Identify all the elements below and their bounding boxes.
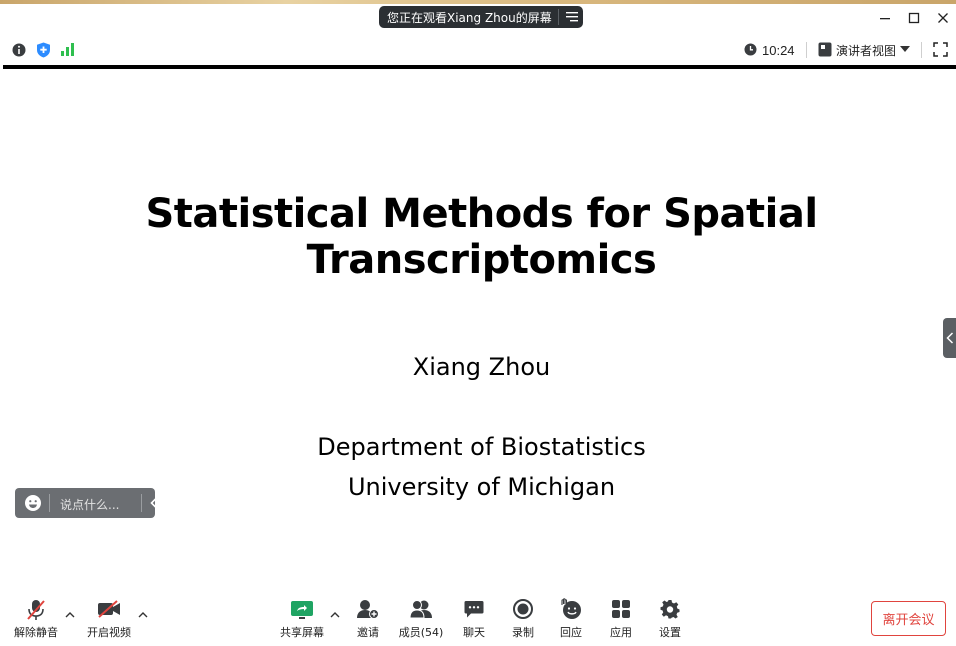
start-video-button[interactable]: 开启视频 (82, 589, 136, 646)
banner-divider (558, 9, 559, 25)
apps-label: 应用 (610, 626, 632, 639)
gear-icon (660, 600, 680, 619)
share-screen-button[interactable]: 共享屏幕 (276, 589, 328, 646)
reactions-button[interactable]: 回应 (553, 589, 589, 646)
fullscreen-icon[interactable] (933, 42, 948, 57)
meeting-toolbar: 解除静音 开启视频 共享屏幕 邀请 成员(54) 聊天 录制 回应 应用 设置 (0, 589, 956, 646)
emoji-icon[interactable] (24, 494, 42, 512)
share-screen-icon (291, 601, 313, 619)
unmute-label: 解除静音 (14, 626, 58, 639)
add-person-icon (357, 600, 379, 619)
speaker-view-icon[interactable] (818, 42, 832, 57)
record-button[interactable]: 录制 (505, 589, 541, 646)
share-options-chevron-icon[interactable] (330, 611, 340, 619)
settings-label: 设置 (659, 626, 681, 639)
shield-icon[interactable] (36, 42, 51, 58)
slide-author: Xiang Zhou (412, 353, 551, 381)
infobar-divider-2 (921, 42, 922, 58)
window-top-edge (0, 0, 956, 4)
video-options-chevron-icon[interactable] (138, 611, 148, 619)
chevron-down-icon[interactable] (900, 46, 910, 52)
chevron-left-icon (946, 332, 954, 344)
close-icon[interactable] (935, 10, 951, 26)
chat-divider (49, 494, 50, 512)
infobar-divider (806, 42, 807, 58)
reaction-icon (561, 598, 581, 619)
video-off-icon (98, 600, 120, 618)
record-label: 录制 (512, 626, 534, 639)
participants-label: 成员(54) (398, 626, 444, 639)
chat-placeholder[interactable]: 说点什么... (60, 496, 119, 513)
chat-icon (464, 601, 484, 618)
clock-icon (744, 43, 757, 56)
start-video-label: 开启视频 (87, 626, 131, 639)
minimize-icon[interactable] (877, 10, 893, 26)
info-icon[interactable] (12, 43, 26, 57)
meeting-info-bar (0, 36, 956, 65)
invite-label: 邀请 (357, 626, 379, 639)
chat-button[interactable]: 聊天 (456, 589, 492, 646)
apps-button[interactable]: 应用 (603, 589, 639, 646)
participants-icon (409, 600, 432, 619)
signal-icon[interactable] (61, 43, 75, 56)
menu-icon[interactable] (565, 10, 579, 24)
quick-chat-box[interactable]: 说点什么... (15, 488, 158, 518)
audio-options-chevron-icon[interactable] (65, 611, 75, 619)
chat-divider-2 (141, 494, 142, 512)
unmute-button[interactable]: 解除静音 (8, 589, 64, 646)
chat-label: 聊天 (463, 626, 485, 639)
share-banner-text: 您正在观看Xiang Zhou的屏幕 (387, 10, 552, 25)
reactions-label: 回应 (560, 626, 582, 639)
collapse-chat-icon[interactable] (150, 497, 158, 509)
screen-share-banner[interactable]: 您正在观看Xiang Zhou的屏幕 (379, 6, 583, 28)
window-titlebar: 您正在观看Xiang Zhou的屏幕 (0, 0, 956, 36)
meeting-clock: 10:24 (762, 43, 795, 58)
settings-button[interactable]: 设置 (652, 589, 688, 646)
view-mode-label[interactable]: 演讲者视图 (836, 42, 896, 59)
invite-button[interactable]: 邀请 (350, 589, 386, 646)
mic-muted-icon (27, 600, 45, 620)
apps-icon (612, 600, 630, 618)
share-screen-label: 共享屏幕 (280, 626, 324, 639)
record-icon (513, 599, 533, 619)
participants-button[interactable]: 成员(54) (394, 589, 448, 646)
slide-department: Department of Biostatistics (317, 433, 646, 461)
side-panel-toggle[interactable] (943, 318, 956, 358)
leave-meeting-button[interactable]: 离开会议 (871, 601, 946, 636)
slide-title: Statistical Methods for Spatial Transcri… (145, 191, 818, 283)
maximize-icon[interactable] (906, 10, 922, 26)
